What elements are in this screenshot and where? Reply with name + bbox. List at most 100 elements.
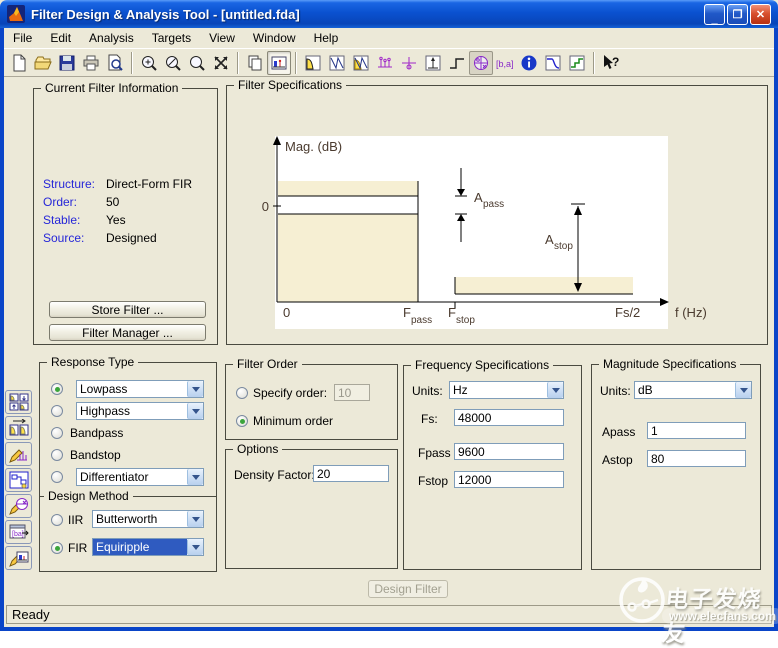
fstop-input[interactable] [454, 471, 564, 488]
menu-view[interactable]: View [200, 29, 244, 47]
iir-radio[interactable] [51, 514, 63, 526]
realize-model-button[interactable] [565, 51, 589, 75]
full-view-button[interactable] [209, 51, 233, 75]
title-bar[interactable]: Filter Design & Analysis Tool - [untitle… [0, 0, 778, 28]
group-delay-button[interactable] [373, 51, 397, 75]
magnitude-response-button[interactable] [301, 51, 325, 75]
phase-response-button[interactable] [325, 51, 349, 75]
pole-zero-editor-icon [8, 498, 28, 515]
chevron-down-icon[interactable] [547, 382, 563, 398]
step-response-button[interactable] [445, 51, 469, 75]
import-filter-button[interactable]: [ba] [5, 520, 32, 544]
menu-bar: File Edit Analysis Targets View Window H… [4, 28, 774, 49]
print-to-figure-button[interactable] [243, 51, 267, 75]
print-button[interactable] [79, 51, 103, 75]
maximize-button[interactable]: ❐ [727, 4, 748, 25]
bandstop-radio[interactable] [51, 449, 63, 461]
open-file-button[interactable] [31, 51, 55, 75]
filter-specifications-button[interactable] [541, 51, 565, 75]
impulse-response-button[interactable] [421, 51, 445, 75]
set-quantization-button[interactable] [5, 390, 32, 414]
filter-coefficients-button[interactable]: [b,a] [493, 51, 517, 75]
chevron-down-icon[interactable] [187, 381, 203, 397]
print-preview-button[interactable] [103, 51, 127, 75]
current-filter-info-title: Current Filter Information [41, 81, 183, 95]
lowpass-radio[interactable] [51, 383, 63, 395]
store-filter-button[interactable]: Store Filter ... [49, 301, 206, 318]
magnitude-phase-response-button[interactable] [349, 51, 373, 75]
astop-input[interactable] [647, 450, 746, 467]
spec-fpass-main: F [403, 305, 411, 320]
pole-zero-plot-button[interactable] [469, 50, 493, 75]
transform-filter-button[interactable] [5, 416, 32, 440]
fdatool-design-button[interactable] [267, 50, 291, 75]
fs-label: Fs: [421, 412, 438, 426]
bandpass-label: Bandpass [70, 426, 124, 440]
filter-info-button[interactable] [517, 51, 541, 75]
options-title: Options [233, 442, 283, 456]
filter-info-icon [521, 55, 537, 70]
order-label: Order: [43, 195, 78, 209]
chevron-down-icon[interactable] [187, 469, 203, 485]
multirate-filter-button[interactable] [5, 442, 32, 466]
realize-model-icon [569, 55, 585, 70]
menu-targets[interactable]: Targets [143, 29, 200, 47]
filter-order-panel: Filter Order Specify order: Minimum orde… [225, 357, 398, 440]
fir-radio[interactable] [51, 542, 63, 554]
minimum-order-radio[interactable] [236, 415, 248, 427]
specify-order-radio[interactable] [236, 387, 248, 399]
menu-file[interactable]: File [4, 29, 41, 47]
zoom-out-icon [166, 55, 181, 71]
differentiator-select[interactable]: Differentiator [76, 468, 204, 486]
fpass-input[interactable] [454, 443, 564, 460]
zoom-out-button[interactable] [161, 51, 185, 75]
chevron-down-icon[interactable] [187, 539, 203, 555]
transform-filter-icon [9, 419, 28, 436]
toolbar-separator [131, 51, 133, 74]
mag-units-label: Units: [600, 384, 631, 398]
bandpass-radio[interactable] [51, 427, 63, 439]
step-response-icon [450, 57, 464, 69]
realize-model-sidebar-button[interactable] [5, 468, 32, 492]
print-to-figure-icon [248, 55, 262, 70]
spec-xlabel: f (Hz) [675, 305, 707, 320]
mag-units-select[interactable]: dB [634, 381, 752, 399]
design-filter-button[interactable]: Design Filter [368, 580, 448, 598]
highpass-select-value: Highpass [80, 404, 131, 418]
design-filter-sidebar-button[interactable] [5, 546, 32, 570]
specify-order-input[interactable] [334, 384, 370, 401]
lowpass-select[interactable]: Lowpass [76, 380, 204, 398]
stable-label: Stable: [43, 213, 81, 227]
astop-label: Astop [602, 453, 633, 467]
highpass-radio[interactable] [51, 405, 63, 417]
fir-method-select[interactable]: Equiripple [92, 538, 204, 556]
iir-method-select[interactable]: Butterworth [92, 510, 204, 528]
zoom-in-button[interactable] [137, 51, 161, 75]
differentiator-radio[interactable] [51, 471, 63, 483]
print-icon [83, 55, 99, 70]
zoom-default-button[interactable] [185, 51, 209, 75]
chevron-down-icon[interactable] [187, 511, 203, 527]
pole-zero-editor-button[interactable] [5, 494, 32, 518]
save-button[interactable] [55, 51, 79, 75]
chevron-down-icon[interactable] [187, 403, 203, 419]
fs-input[interactable] [454, 409, 564, 426]
import-filter-icon: [ba] [9, 524, 29, 539]
minimize-button[interactable]: _ [704, 4, 725, 25]
chevron-down-icon[interactable] [735, 382, 751, 398]
menu-help[interactable]: Help [305, 29, 348, 47]
menu-window[interactable]: Window [244, 29, 305, 47]
menu-edit[interactable]: Edit [41, 29, 80, 47]
freq-units-select[interactable]: Hz [449, 381, 564, 399]
phase-delay-button[interactable] [397, 51, 421, 75]
new-file-button[interactable] [7, 51, 31, 75]
phase-delay-icon [402, 56, 416, 69]
menu-analysis[interactable]: Analysis [80, 29, 143, 47]
close-button[interactable]: ✕ [750, 4, 771, 25]
filter-manager-button[interactable]: Filter Manager ... [49, 324, 206, 341]
apass-input[interactable] [647, 422, 746, 439]
highpass-select[interactable]: Highpass [76, 402, 204, 420]
context-help-button[interactable]: ? [599, 51, 623, 75]
density-factor-input[interactable] [313, 465, 389, 482]
design-method-section: Design Method IIR Butterworth FIR Equiri… [40, 489, 216, 571]
